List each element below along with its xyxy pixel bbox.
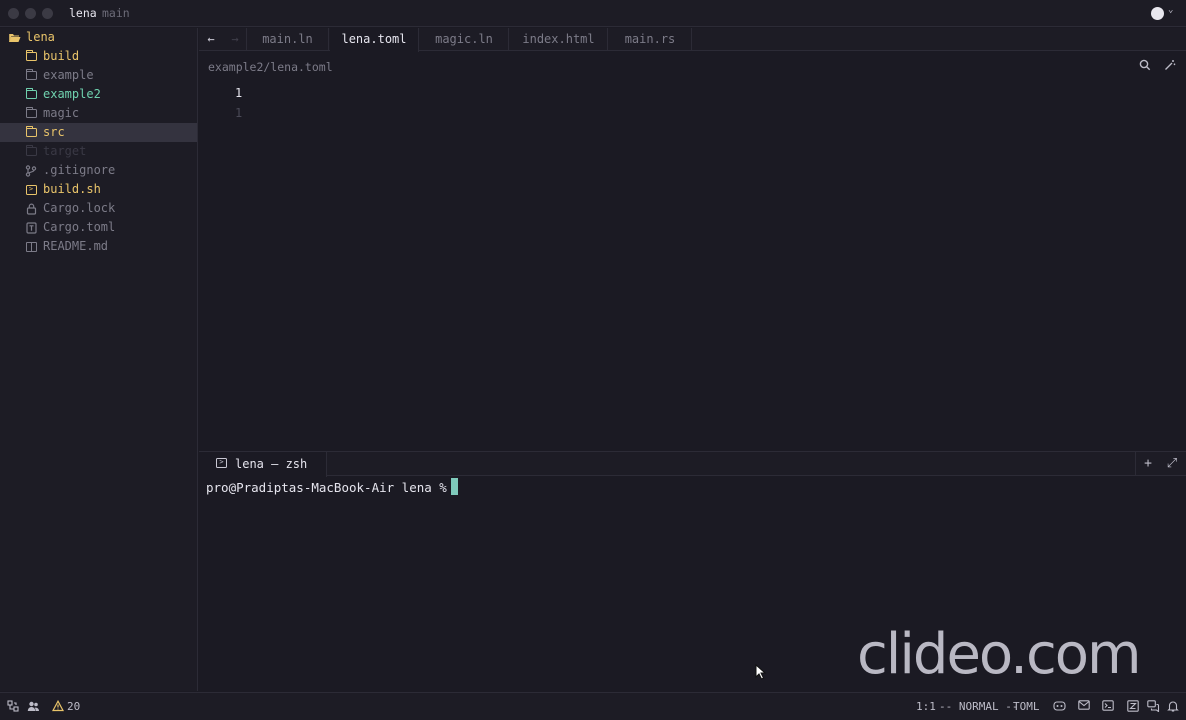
window-minimize-button[interactable]	[25, 8, 36, 19]
line-number-current: 1	[235, 86, 243, 100]
tree-item-label: lena	[26, 30, 55, 44]
tab-index-html[interactable]: index.html	[510, 28, 608, 51]
terminal-prompt[interactable]: pro@Pradiptas-MacBook-Air lena %	[206, 480, 447, 495]
window-close-button[interactable]	[8, 8, 19, 19]
tree-item-magic[interactable]: magic	[0, 104, 197, 123]
window-zoom-button[interactable]	[42, 8, 53, 19]
vim-mode: -- NORMAL --	[939, 700, 1019, 713]
folder-icon	[24, 47, 38, 66]
terminal-panel[interactable]: > lena — zsh + ⤢ pro@Pradiptas-MacBook-A…	[199, 451, 1186, 691]
git-branch-icon	[24, 161, 38, 180]
zed-assistant-icon[interactable]	[1126, 700, 1140, 714]
folder-open-icon	[7, 28, 21, 47]
copilot-icon[interactable]	[1052, 700, 1066, 714]
mail-icon[interactable]	[1077, 700, 1091, 714]
language-selector[interactable]: TOML	[1013, 700, 1040, 713]
tree-item-gitignore[interactable]: .gitignore	[0, 161, 197, 180]
project-panel: lena build example example2 magic src ta…	[0, 28, 198, 691]
book-icon	[24, 237, 38, 256]
tree-item-label: example2	[43, 87, 101, 101]
branch-name[interactable]: main	[102, 6, 130, 20]
tree-item-example2[interactable]: example2	[0, 85, 197, 104]
watermark: clideo.com	[857, 622, 1142, 687]
collaborators-icon[interactable]	[26, 700, 40, 714]
tree-item-cargo-toml[interactable]: Cargo.toml	[0, 218, 197, 237]
tree-item-cargo-lock[interactable]: Cargo.lock	[0, 199, 197, 218]
magic-wand-icon[interactable]	[1162, 59, 1178, 75]
tree-item-label: target	[43, 144, 87, 158]
tree-item-label: build	[43, 49, 80, 63]
terminal-icon: >	[216, 458, 227, 468]
tree-item-target[interactable]: target	[0, 142, 197, 161]
terminal-icon[interactable]	[1101, 700, 1115, 714]
warning-icon[interactable]	[51, 699, 65, 714]
tab-main-ln[interactable]: main.ln	[247, 28, 329, 51]
tree-item-label: example	[43, 68, 94, 82]
status-bar: 20 1:1 -- NORMAL -- TOML	[0, 692, 1186, 720]
tab-lena-toml[interactable]: lena.toml	[330, 28, 419, 52]
folder-icon	[24, 66, 38, 85]
tree-item-label: src	[43, 125, 65, 139]
tree-item-example[interactable]: example	[0, 66, 197, 85]
folder-icon	[24, 123, 38, 142]
tree-item-label: Cargo.toml	[43, 220, 116, 234]
tree-item-src[interactable]: src	[0, 123, 197, 142]
new-terminal-button[interactable]: +	[1139, 455, 1157, 473]
folder-icon	[24, 85, 38, 104]
terminal-tab-bar: > lena — zsh + ⤢	[199, 452, 1186, 477]
user-avatar[interactable]	[1151, 7, 1164, 20]
tree-item-label: build.sh	[43, 182, 101, 196]
folder-icon	[24, 142, 38, 161]
tree-item-lena[interactable]: lena	[0, 28, 197, 47]
tree-item-label: .gitignore	[43, 163, 116, 177]
title-bar: lena main ⌄	[0, 0, 1186, 27]
tree-item-build[interactable]: build	[0, 47, 197, 66]
terminal-file-icon: >	[24, 180, 38, 199]
lock-icon	[24, 199, 38, 218]
line-number-ghost: 1	[235, 106, 243, 120]
editor-tab-bar: ← → main.ln lena.toml magic.ln index.htm…	[199, 28, 1186, 52]
navigate-back-button[interactable]: ←	[201, 30, 221, 48]
tab-magic-ln[interactable]: magic.ln	[420, 28, 509, 51]
folder-icon	[24, 104, 38, 123]
tab-main-rs[interactable]: main.rs	[609, 28, 692, 51]
terminal-tab[interactable]: > lena — zsh	[199, 452, 327, 477]
tree-item-build-sh[interactable]: > build.sh	[0, 180, 197, 199]
tree-item-label: magic	[43, 106, 80, 120]
breadcrumb[interactable]: example2/lena.toml	[208, 60, 333, 74]
project-panel-toggle-icon[interactable]	[6, 700, 20, 714]
cursor-position[interactable]: 1:1	[916, 700, 936, 713]
toml-file-icon	[24, 218, 38, 237]
search-icon[interactable]	[1137, 59, 1153, 75]
chat-icon[interactable]	[1146, 700, 1160, 714]
tree-item-label: README.md	[43, 239, 109, 253]
terminal-tab-label: lena — zsh	[235, 457, 308, 471]
tree-item-readme[interactable]: README.md	[0, 237, 197, 256]
notification-bell-icon[interactable]	[1166, 700, 1180, 714]
project-name[interactable]: lena	[69, 6, 97, 20]
navigate-forward-button[interactable]: →	[225, 30, 245, 48]
terminal-cursor	[451, 478, 458, 495]
divider	[1135, 452, 1136, 476]
editor-pane[interactable]: example2/lena.toml 1 1	[199, 52, 1186, 450]
warning-count[interactable]: 20	[67, 700, 80, 713]
tree-item-label: Cargo.lock	[43, 201, 116, 215]
chevron-down-icon[interactable]: ⌄	[1168, 5, 1173, 15]
expand-terminal-button[interactable]: ⤢	[1163, 455, 1181, 473]
mouse-pointer-icon	[755, 664, 767, 680]
